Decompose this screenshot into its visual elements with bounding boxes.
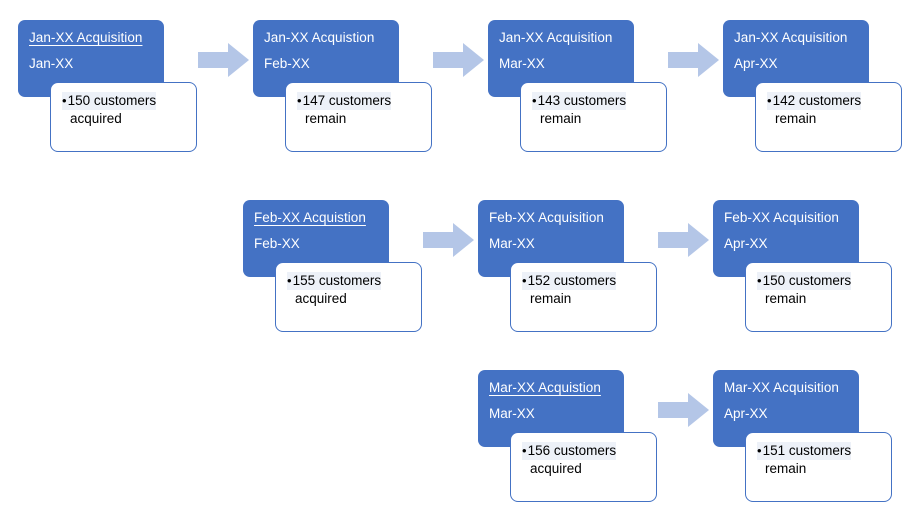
stage-detail-card[interactable]: •156 customers acquired (510, 432, 657, 502)
bullet-text-line-1: •150 customers (757, 272, 852, 290)
stage-subtitle: Mar-XX (489, 406, 535, 421)
stage-detail-card[interactable]: •151 customers remain (745, 432, 892, 502)
process-stage[interactable]: Jan-XX Acquisition Apr-XX •142 customers re… (723, 20, 916, 160)
stage-title: Feb-XX Acquisition (724, 210, 839, 225)
bullet-text-line-1: •150 customers (62, 92, 157, 110)
stage-subtitle: Feb-XX (264, 56, 310, 71)
process-stage[interactable]: Mar-XX Acquistion Mar-XX •156 customers acq… (478, 370, 678, 510)
bullet-line-2-label: acquired (295, 291, 347, 306)
right-arrow-icon (423, 222, 475, 258)
bullet-list: •142 customers remain (756, 92, 901, 128)
stage-title: Mar-XX Acquisition (724, 380, 839, 395)
bullet-line-1-label: 150 customers (762, 273, 852, 288)
bullet-text-line-1: •156 customers (522, 442, 617, 460)
bullet-text-line-1: •151 customers (757, 442, 852, 460)
bullet-list: •150 customers acquired (51, 92, 196, 128)
bullet-list: •150 customers remain (746, 272, 891, 308)
bullet-text-line-1: •142 customers (767, 92, 862, 110)
process-stage[interactable]: Feb-XX Acquisition Apr-XX •150 customers re… (713, 200, 913, 340)
bullet-line-2-label: remain (775, 111, 817, 126)
bullet-line-1-label: 143 customers (537, 93, 627, 108)
bullet-line-1-label: 150 customers (67, 93, 157, 108)
bullet-list: •151 customers remain (746, 442, 891, 478)
bullet-text-line-1: •152 customers (522, 272, 617, 290)
right-arrow-icon (658, 392, 710, 428)
stage-detail-card[interactable]: •152 customers remain (510, 262, 657, 332)
bullet-line-2-label: remain (765, 291, 807, 306)
right-arrow-icon (668, 42, 720, 78)
bullet-list: •147 customers remain (286, 92, 431, 128)
stage-title: Jan-XX Acquistion (264, 30, 375, 45)
bullet-line-1-label: 147 customers (302, 93, 392, 108)
right-arrow-icon (433, 42, 485, 78)
bullet-line-2-label: acquired (70, 111, 122, 126)
process-stage[interactable]: Jan-XX Acquisition Mar-XX •143 customers re… (488, 20, 688, 160)
right-arrow-icon (658, 222, 710, 258)
bullet-list: •155 customers acquired (276, 272, 421, 308)
right-arrow-icon (198, 42, 250, 78)
stage-title: Feb-XX Acquisition (489, 210, 604, 225)
stage-subtitle: Jan-XX (29, 56, 74, 71)
bullet-line-1-label: 155 customers (292, 273, 382, 288)
stage-subtitle: Apr-XX (734, 56, 778, 71)
bullet-line-1-label: 151 customers (762, 443, 852, 458)
bullet-text-line-1: •143 customers (532, 92, 627, 110)
stage-title: Jan-XX Acquisition (734, 30, 848, 45)
diagram-canvas: Jan-XX Acquisition Jan-XX •150 customers ac… (0, 0, 916, 513)
bullet-line-2-label: remain (305, 111, 347, 126)
stage-title: Feb-XX Acquistion (254, 210, 366, 225)
bullet-line-1-label: 156 customers (527, 443, 617, 458)
stage-detail-card[interactable]: •150 customers acquired (50, 82, 197, 152)
process-stage[interactable]: Feb-XX Acquisition Mar-XX •152 customers re… (478, 200, 678, 340)
bullet-line-2-label: remain (765, 461, 807, 476)
process-stage[interactable]: Feb-XX Acquistion Feb-XX •155 customers acq… (243, 200, 443, 340)
stage-detail-card[interactable]: •150 customers remain (745, 262, 892, 332)
bullet-line-2-label: acquired (530, 461, 582, 476)
stage-detail-card[interactable]: •142 customers remain (755, 82, 902, 152)
bullet-list: •152 customers remain (511, 272, 656, 308)
stage-subtitle: Feb-XX (254, 236, 300, 251)
stage-detail-card[interactable]: •147 customers remain (285, 82, 432, 152)
bullet-line-1-label: 142 customers (772, 93, 862, 108)
stage-title: Jan-XX Acquisition (29, 30, 143, 45)
process-stage[interactable]: Jan-XX Acquisition Jan-XX •150 customers ac… (18, 20, 218, 160)
stage-subtitle: Apr-XX (724, 236, 768, 251)
bullet-line-2-label: remain (530, 291, 572, 306)
bullet-line-2-label: remain (540, 111, 582, 126)
bullet-text-line-1: •147 customers (297, 92, 392, 110)
bullet-list: •156 customers acquired (511, 442, 656, 478)
bullet-line-1-label: 152 customers (527, 273, 617, 288)
stage-title: Mar-XX Acquistion (489, 380, 601, 395)
process-stage[interactable]: Jan-XX Acquistion Feb-XX •147 customers rem… (253, 20, 453, 160)
stage-detail-card[interactable]: •143 customers remain (520, 82, 667, 152)
bullet-text-line-1: •155 customers (287, 272, 382, 290)
stage-subtitle: Apr-XX (724, 406, 768, 421)
stage-subtitle: Mar-XX (489, 236, 535, 251)
process-stage[interactable]: Mar-XX Acquisition Apr-XX •151 customers re… (713, 370, 913, 510)
stage-detail-card[interactable]: •155 customers acquired (275, 262, 422, 332)
stage-subtitle: Mar-XX (499, 56, 545, 71)
stage-title: Jan-XX Acquisition (499, 30, 613, 45)
bullet-list: •143 customers remain (521, 92, 666, 128)
